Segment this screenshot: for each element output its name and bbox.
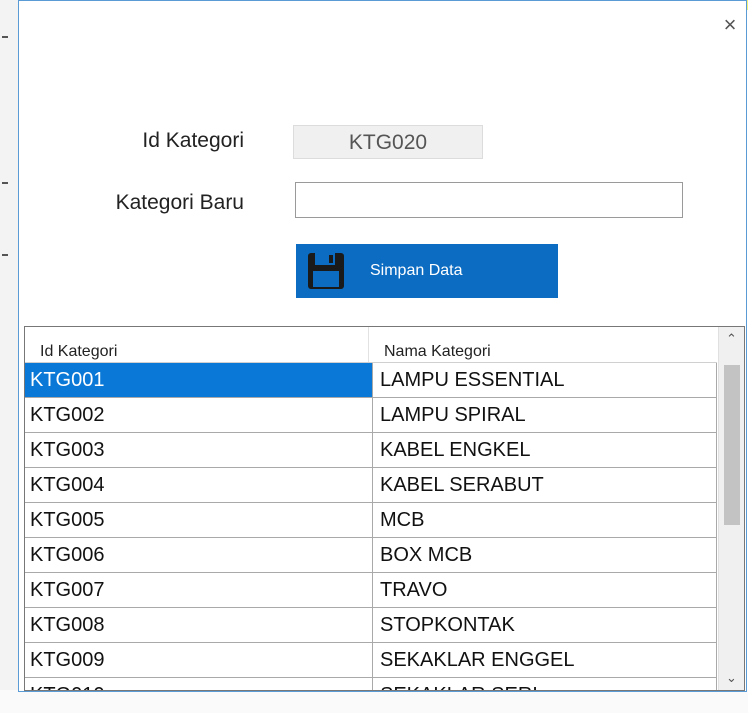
table-row[interactable]: KTG009 SEKAKLAR ENGGEL: [25, 643, 717, 678]
background-bottom: [0, 690, 748, 713]
scroll-down-icon[interactable]: ⌄: [719, 666, 744, 690]
new-category-label: Kategori Baru: [115, 191, 244, 214]
new-category-input[interactable]: [295, 182, 683, 218]
table-row[interactable]: KTG005 MCB: [25, 503, 717, 538]
cell-nama-kategori[interactable]: MCB: [373, 503, 717, 538]
table-row[interactable]: KTG006 BOX MCB: [25, 538, 717, 573]
close-icon[interactable]: ×: [720, 14, 740, 36]
cell-id-kategori[interactable]: KTG008: [25, 608, 373, 643]
cell-id-kategori[interactable]: KTG002: [25, 398, 373, 433]
cell-id-kategori[interactable]: KTG004: [25, 468, 373, 503]
cell-nama-kategori[interactable]: SEKAKLAR ENGGEL: [373, 643, 717, 678]
background-tick: [2, 36, 8, 38]
id-category-label: Id Kategori: [142, 129, 244, 152]
cell-id-kategori[interactable]: KTG007: [25, 573, 373, 608]
save-button-label: Simpan Data: [370, 262, 463, 279]
cell-nama-kategori[interactable]: LAMPU SPIRAL: [373, 398, 717, 433]
cell-id-kategori[interactable]: KTG001: [25, 363, 373, 398]
save-button[interactable]: Simpan Data: [296, 244, 558, 298]
scroll-thumb[interactable]: [724, 365, 740, 525]
background-tick: [2, 254, 8, 256]
cell-nama-kategori[interactable]: KABEL SERABUT: [373, 468, 717, 503]
table-row[interactable]: KTG007 TRAVO: [25, 573, 717, 608]
vertical-scrollbar[interactable]: ⌃ ⌄: [718, 327, 744, 690]
cell-nama-kategori[interactable]: TRAVO: [373, 573, 717, 608]
background-tick: [2, 182, 8, 184]
category-grid[interactable]: Id Kategori Nama Kategori KTG001 LAMPU ES…: [24, 326, 745, 691]
background-window-edge: [0, 0, 18, 713]
table-row[interactable]: KTG004 KABEL SERABUT: [25, 468, 717, 503]
table-row[interactable]: KTG003 KABEL ENGKEL: [25, 433, 717, 468]
cell-nama-kategori[interactable]: BOX MCB: [373, 538, 717, 573]
cell-id-kategori[interactable]: KTG010: [25, 678, 373, 690]
cell-id-kategori[interactable]: KTG009: [25, 643, 373, 678]
table-row[interactable]: KTG001 LAMPU ESSENTIAL: [25, 363, 717, 398]
table-row[interactable]: KTG010SEKAKLAR SERI: [25, 678, 717, 690]
cell-nama-kategori[interactable]: LAMPU ESSENTIAL: [373, 363, 717, 398]
cell-nama-kategori[interactable]: KABEL ENGKEL: [373, 433, 717, 468]
category-dialog: × Id Kategori KTG020 Kategori Baru Simpa…: [18, 0, 747, 692]
table-row[interactable]: KTG008 STOPKONTAK: [25, 608, 717, 643]
column-header-id[interactable]: Id Kategori: [25, 327, 369, 362]
cell-id-kategori[interactable]: KTG003: [25, 433, 373, 468]
table-row[interactable]: KTG002 LAMPU SPIRAL: [25, 398, 717, 433]
grid-rows: KTG001 LAMPU ESSENTIAL KTG002 LAMPU SPIRAL K…: [25, 363, 717, 690]
cell-nama-kategori[interactable]: SEKAKLAR SERI: [373, 678, 717, 690]
cell-id-kategori[interactable]: KTG005: [25, 503, 373, 538]
floppy-disk-icon: [308, 253, 344, 289]
cell-nama-kategori[interactable]: STOPKONTAK: [373, 608, 717, 643]
scroll-up-icon[interactable]: ⌃: [719, 327, 744, 351]
cell-id-kategori[interactable]: KTG006: [25, 538, 373, 573]
column-header-name[interactable]: Nama Kategori: [369, 327, 717, 362]
id-category-field: KTG020: [293, 125, 483, 159]
grid-header: Id Kategori Nama Kategori: [25, 327, 717, 363]
